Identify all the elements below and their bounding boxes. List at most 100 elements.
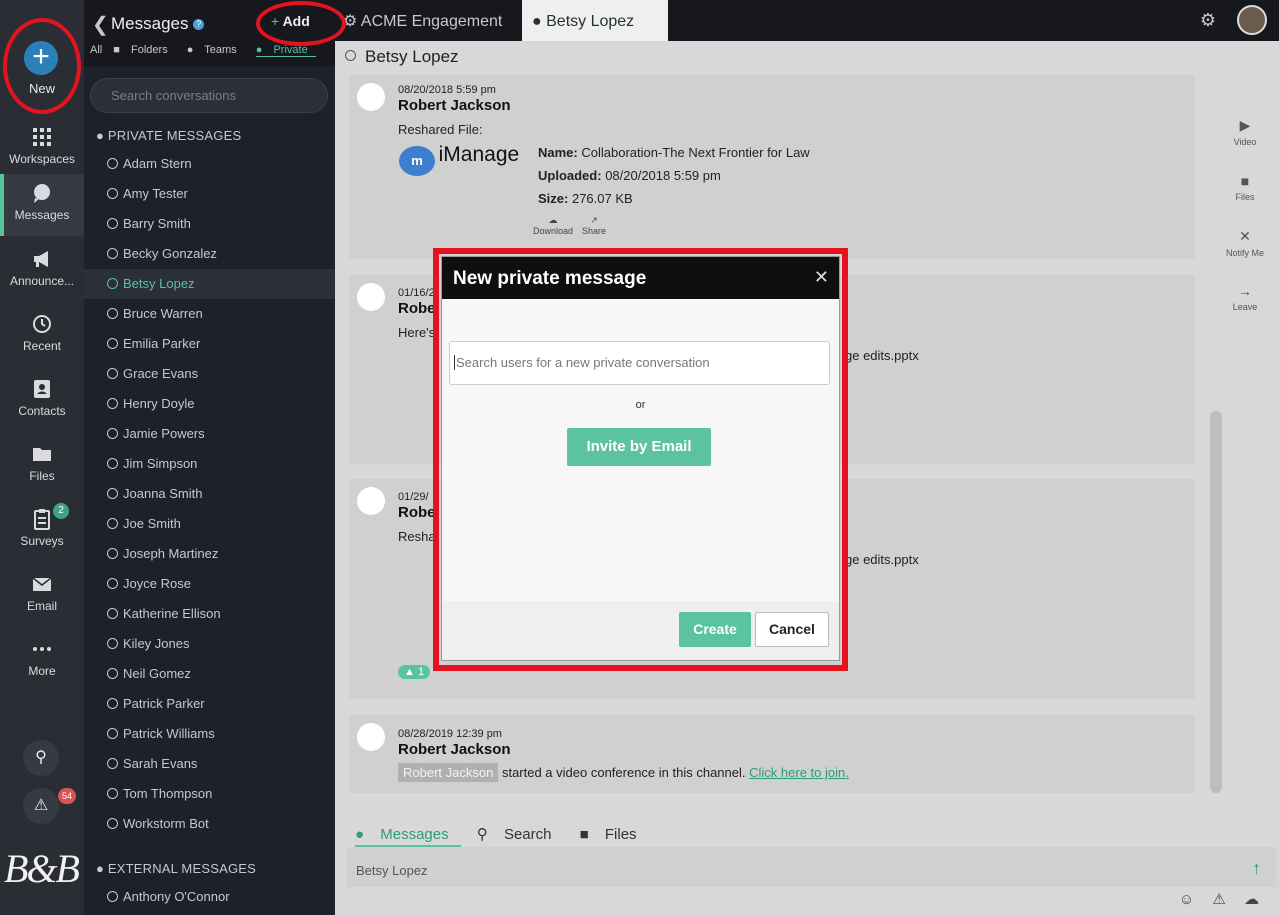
list-item[interactable]: Tom Thompson [84,779,335,809]
list-item[interactable]: Jamie Powers [84,419,335,449]
nav-label: Surveys [20,534,64,548]
nav-files[interactable]: Files [0,435,84,497]
search-icon: ⚲ [476,826,488,843]
list-item[interactable]: Grace Evans [84,359,335,389]
list-item[interactable]: Amy Tester [84,179,335,209]
tab-files[interactable]: ■ Files [580,826,649,843]
list-item[interactable]: Barry Smith [84,209,335,239]
cancel-button[interactable]: Cancel [755,612,829,647]
nav-announcements[interactable]: Announce... [0,240,84,302]
file-name: Name: Collaboration-The Next Frontier fo… [538,145,810,160]
share-button[interactable]: ↗ Share [574,215,614,236]
list-item[interactable]: Becky Gonzalez [84,239,335,269]
emoji-icon[interactable]: ☺ [1179,891,1194,908]
status-icon [107,728,118,739]
scrollbar[interactable] [1210,411,1222,793]
list-item-label: Henry Doyle [123,396,195,411]
composer-placeholder: Betsy Lopez [356,863,428,878]
tab-betsy-lopez[interactable]: ● Betsy Lopez [522,0,668,41]
tab-search[interactable]: ⚲ Search [477,826,564,843]
nav-label: More [28,664,56,678]
status-icon [107,578,118,589]
cloud-upload-icon[interactable]: ☁ [1244,891,1259,908]
nav-contacts[interactable]: Contacts [0,370,84,432]
tab-messages[interactable]: ● Messages [355,826,461,847]
files-action[interactable]: ■ Files [1215,173,1275,202]
notify-me-action[interactable]: ✕ Notify Me [1215,228,1275,258]
list-item[interactable]: Kiley Jones [84,629,335,659]
nav-label: Recent [22,339,62,353]
list-item[interactable]: Patrick Williams [84,719,335,749]
video-action[interactable]: ▶ Video [1215,117,1275,147]
list-item[interactable]: Henry Doyle [84,389,335,419]
list-item-label: Jamie Powers [123,426,205,441]
tab-acme-engagement[interactable]: ⚙ ACME Engagement [343,0,519,41]
search-button[interactable]: ⚲ [23,740,59,776]
message-date: 08/20/2018 5:59 pm [398,84,496,96]
filter-private[interactable]: ● Private [255,44,316,57]
list-item[interactable]: Jim Simpson [84,449,335,479]
avatar [357,723,385,751]
list-item[interactable]: Adam Stern [84,149,335,179]
chat-icon: ● [355,826,365,843]
nav-messages[interactable]: Messages [0,174,84,236]
back-chevron-icon[interactable]: ❮ [92,12,109,37]
dialog-title: New private message [453,268,647,289]
message-composer[interactable]: Betsy Lopez ↑ [347,847,1277,887]
avatar [357,83,385,111]
list-item[interactable]: Joe Smith [84,509,335,539]
download-button[interactable]: ☁ Download [530,215,576,236]
nav-workspaces[interactable]: Workspaces [0,118,84,180]
status-icon [107,278,118,289]
send-arrow-icon[interactable]: ↑ [1252,858,1261,879]
envelope-icon [32,577,52,591]
invite-by-email-button[interactable]: Invite by Email [567,428,711,466]
list-item[interactable]: Joyce Rose [84,569,335,599]
status-icon [107,668,118,679]
user-avatar[interactable] [1237,5,1267,35]
history-icon [33,315,51,333]
cloud-download-icon: ☁ [548,215,558,225]
list-item[interactable]: Bruce Warren [84,299,335,329]
join-link[interactable]: Click here to join. [749,765,849,780]
warning-icon[interactable]: ⚠ [1212,891,1225,908]
reaction-badge[interactable]: ▲ 1 [398,665,431,679]
close-icon[interactable]: ✕ [814,267,829,288]
create-button[interactable]: Create [679,612,751,647]
list-item[interactable]: Workstorm Bot [84,809,335,839]
list-item[interactable]: Patrick Parker [84,689,335,719]
alerts-button[interactable]: ⚠ [23,788,59,824]
settings-gear-icon[interactable]: ⚙ [1200,10,1216,31]
status-icon [107,368,118,379]
nav-email[interactable]: Email [0,565,84,627]
list-item[interactable]: Emilia Parker [84,329,335,359]
nav-surveys[interactable]: Surveys [0,500,84,562]
folder-icon: ■ [1240,173,1250,189]
list-item[interactable]: Anthony O'Connor [84,882,335,912]
status-icon [107,698,118,709]
list-item-label: Jim Simpson [123,456,198,471]
search-users-input[interactable]: Search users for a new private conversat… [449,341,830,385]
filter-all[interactable]: All [90,44,102,56]
list-item[interactable]: Joseph Martinez [84,539,335,569]
list-item[interactable]: Neil Gomez [84,659,335,689]
list-item[interactable]: Katherine Ellison [84,599,335,629]
help-icon[interactable]: ? [193,19,205,30]
list-item[interactable]: Betsy Lopez [84,269,335,299]
bell-off-icon: ✕ [1239,228,1251,244]
status-icon [107,488,118,499]
message: 08/28/2019 12:39 pm Robert Jackson Rober… [349,715,1195,793]
nav-recent[interactable]: Recent [0,305,84,367]
nav-more[interactable]: More [0,630,84,692]
leave-action[interactable]: → Leave [1215,283,1275,312]
message-text: Resha [398,529,436,544]
list-item-label: Joyce Rose [123,576,191,591]
list-item[interactable]: Joanna Smith [84,479,335,509]
status-icon [107,458,118,469]
grid-icon [33,128,51,146]
search-conversations-input[interactable]: Search conversations [90,78,328,113]
list-item[interactable]: Sarah Evans [84,749,335,779]
filter-teams[interactable]: ● Teams [187,44,245,56]
new-private-message-dialog: New private message ✕ Search users for a… [442,257,839,660]
filter-folders[interactable]: ■ Folders [113,44,175,56]
